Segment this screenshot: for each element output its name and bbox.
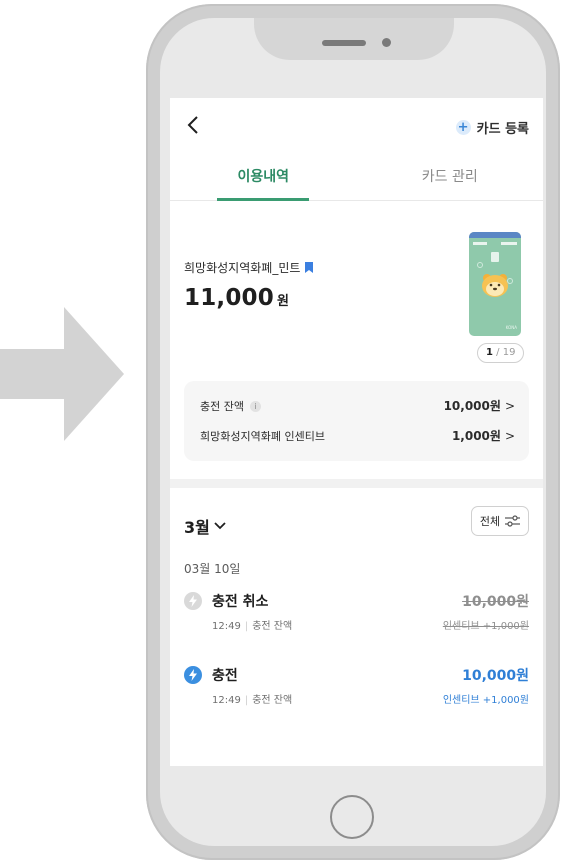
phone-bezel: + 카드 등록 이용내역 카드 관리 희망화성지역화폐_민트 11,000원 [160,18,546,846]
mascot-icon [482,274,508,297]
info-icon[interactable]: i [249,401,261,412]
card-logo-right [501,242,517,245]
page-total: 19 [502,347,516,358]
incentive-balance-value: 1,000원 [451,429,501,443]
card-register-button[interactable]: + 카드 등록 [455,118,529,137]
speaker-grille [322,40,366,46]
right-arrow-icon [0,307,124,441]
transaction-amount: 10,000원 [462,594,529,610]
top-bar: + 카드 등록 [170,98,543,154]
sliders-icon [505,515,521,527]
transaction-source: 충전 잔액 [252,695,293,706]
balance-summary: 충전 잔액 i 10,000원 > 희망화성지역화폐 인센티브 1,000원 > [184,381,529,461]
transaction-time: 12:49 [212,695,241,706]
card-name-label: 희망화성지역화폐_민트 [184,261,301,275]
card-chip [491,252,499,262]
transaction-time: 12:49 [212,621,241,632]
tab-bar: 이용내역 카드 관리 [170,156,543,201]
month-label: 3월 [184,518,210,537]
card-page-indicator: 1 / 19 [477,343,525,363]
page-current: 1 [486,347,493,358]
amount-value: 11,000 [184,285,274,311]
lightning-icon [184,592,202,610]
card-register-label: 카드 등록 [476,122,529,137]
card-decoration [477,262,483,268]
home-button[interactable] [330,795,374,839]
amount-currency: 원 [276,294,290,309]
card-logo-left [473,242,487,245]
bookmark-icon[interactable] [305,262,314,273]
chevron-right-icon: > [504,429,515,443]
card-top-strip [469,232,521,238]
app-screen: + 카드 등록 이용내역 카드 관리 희망화성지역화폐_민트 11,000원 [170,98,543,766]
back-icon[interactable] [184,115,202,135]
transaction-amount: 10,000원 [462,668,529,684]
plus-icon: + [455,120,471,135]
card-brand-text: KONA [505,325,517,330]
incentive-balance-row[interactable]: 희망화성지역화폐 인센티브 1,000원 > [200,427,515,444]
filter-label: 전체 [479,515,501,528]
section-divider [170,479,543,488]
transaction-source: 충전 잔액 [252,621,293,632]
transaction-item[interactable]: 충전 12:49 | 충전 잔액 10,000원 인센티브 +1,000원 [184,665,529,715]
charge-balance-value: 10,000원 [443,399,501,413]
phone-frame: + 카드 등록 이용내역 카드 관리 희망화성지역화폐_민트 11,000원 [146,4,560,860]
transaction-incentive: 인센티브 +1,000원 [442,695,529,706]
transaction-title: 충전 취소 [212,594,269,610]
date-header: 03월 10일 [184,562,241,576]
charge-balance-label: 충전 잔액 [200,399,244,413]
charge-balance-row[interactable]: 충전 잔액 i 10,000원 > [200,397,515,414]
lightning-icon [184,666,202,684]
transaction-incentive: 인센티브 +1,000원 [442,621,529,632]
month-selector[interactable]: 3월 [184,514,226,538]
tab-card-management[interactable]: 카드 관리 [357,156,544,200]
transaction-meta: 12:49 | 충전 잔액 [212,621,293,632]
tab-usage-history[interactable]: 이용내역 [170,156,357,200]
transaction-item[interactable]: 충전 취소 12:49 | 충전 잔액 10,000원 인센티브 +1,000원 [184,591,529,641]
filter-button[interactable]: 전체 [471,506,529,536]
incentive-balance-label: 희망화성지역화폐 인센티브 [200,429,325,443]
phone-notch [254,18,454,60]
card-image[interactable]: KONA [469,232,521,336]
transaction-title: 충전 [212,668,238,684]
transaction-meta: 12:49 | 충전 잔액 [212,695,293,706]
card-name: 희망화성지역화폐_민트 [184,259,314,276]
front-camera [382,38,391,47]
card-balance-amount: 11,000 원 [184,285,289,311]
chevron-down-icon [214,522,226,530]
chevron-right-icon: > [504,399,515,413]
